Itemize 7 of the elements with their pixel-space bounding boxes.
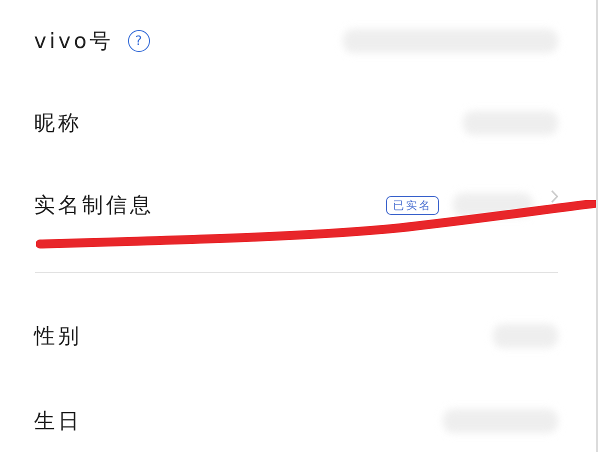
- row-label: vivo号: [34, 28, 114, 55]
- row-label: 性别: [34, 322, 82, 350]
- row-label: 实名制信息: [34, 192, 154, 219]
- verified-badge: 已实名: [386, 196, 439, 214]
- row-label: 昵称: [34, 110, 82, 137]
- help-icon[interactable]: ?: [128, 30, 150, 52]
- row-label: 生日: [34, 408, 82, 434]
